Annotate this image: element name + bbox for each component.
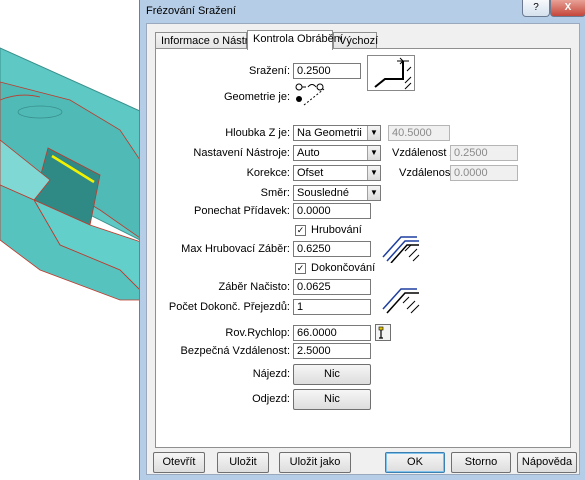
finishing-passes-icon [382, 288, 420, 314]
max-rough-step-input[interactable]: 0.6250 [293, 241, 371, 257]
chamfer-label: Sražení: [249, 65, 290, 77]
compensation-label: Korekce: [246, 167, 290, 179]
finish-passes-label: Počet Dokonč. Přejezdů: [168, 301, 290, 313]
open-button[interactable]: Otevřít [153, 452, 205, 473]
distance-label: Vzdálenost: [399, 167, 457, 179]
chamfer-model-view [0, 47, 160, 301]
tool-setup-select[interactable]: Auto ▼ [293, 145, 381, 161]
help-button[interactable]: Nápověda [517, 452, 577, 473]
rapid-plane-input[interactable]: 66.0000 [293, 325, 371, 341]
roughing-passes-icon [382, 236, 420, 263]
chevron-down-icon: ▼ [367, 146, 380, 160]
dialog-client: Informace o Nástroji Kontrola Obrábění V… [146, 23, 580, 475]
roughing-label: Hrubování [311, 224, 362, 236]
roughing-checkbox[interactable]: ✓ [295, 225, 306, 236]
lead-out-button[interactable]: Nic [293, 389, 371, 410]
stock-allowance-label: Ponechat Přídavek: [193, 205, 290, 217]
lead-in-button[interactable]: Nic [293, 364, 371, 385]
geometry-label: Geometrie je: [223, 91, 290, 103]
direction-label: Směr: [260, 187, 290, 199]
stock-allowance-input[interactable]: 0.0000 [293, 203, 371, 219]
pick-point-icon [378, 326, 384, 339]
finishing-checkbox[interactable]: ✓ [295, 263, 306, 274]
cancel-button[interactable]: Storno [451, 452, 511, 473]
chamfer-diagram-icon [367, 55, 415, 91]
chamfer-mill-dialog: Frézování Sražení ? X Informace o Nástro… [139, 0, 585, 480]
machining-control-panel: Sražení: 0.2500 Geometrie je: Hloubka Z … [155, 48, 571, 448]
pick-point-button[interactable] [375, 324, 391, 341]
chevron-down-icon: ▼ [367, 126, 380, 140]
finish-step-input[interactable]: 0.0625 [293, 279, 371, 295]
chevron-down-icon: ▼ [367, 166, 380, 180]
max-rough-step-label: Max Hrubovací Záběr: [181, 243, 290, 255]
save-as-button[interactable]: Uložit jako [279, 452, 351, 473]
dialog-title: Frézování Sražení [146, 5, 236, 17]
distance-z-value: 0.2500 [450, 145, 518, 161]
lead-out-label: Odjezd: [252, 393, 290, 405]
tab-machining-control[interactable]: Kontrola Obrábění [247, 30, 343, 50]
title-bar[interactable]: Frézování Sražení ? X [140, 0, 585, 22]
finishing-label: Dokončování [311, 262, 376, 274]
help-title-button[interactable]: ? [522, 0, 550, 17]
tool-setup-label: Nastavení Nástroje: [193, 147, 290, 159]
ok-button[interactable]: OK [385, 452, 445, 473]
finish-passes-input[interactable]: 1 [293, 299, 371, 315]
safe-distance-input[interactable]: 2.5000 [293, 343, 371, 359]
compensation-select[interactable]: Ofset ▼ [293, 165, 381, 181]
close-button[interactable]: X [550, 0, 585, 17]
save-button[interactable]: Uložit [217, 452, 269, 473]
depth-z-select[interactable]: Na Geometrii ▼ [293, 125, 381, 141]
tab-tool-info[interactable]: Informace o Nástroji [155, 32, 259, 49]
distance-value: 0.0000 [450, 165, 518, 181]
safe-distance-label: Bezpečná Vzdálenost: [180, 345, 290, 357]
chevron-down-icon: ▼ [367, 186, 380, 200]
depth-z-label: Hloubka Z je: [225, 127, 290, 139]
depth-z-value: 40.5000 [388, 125, 450, 141]
geometry-selector-icon[interactable] [294, 83, 330, 107]
model-viewport[interactable] [0, 0, 160, 480]
lead-in-label: Nájezd: [252, 368, 290, 380]
finish-step-label: Záběr Načisto: [218, 281, 290, 293]
direction-select[interactable]: Sousledné ▼ [293, 185, 381, 201]
rapid-plane-label: Rov.Rychlop: [225, 327, 290, 339]
chamfer-input[interactable]: 0.2500 [293, 63, 361, 79]
